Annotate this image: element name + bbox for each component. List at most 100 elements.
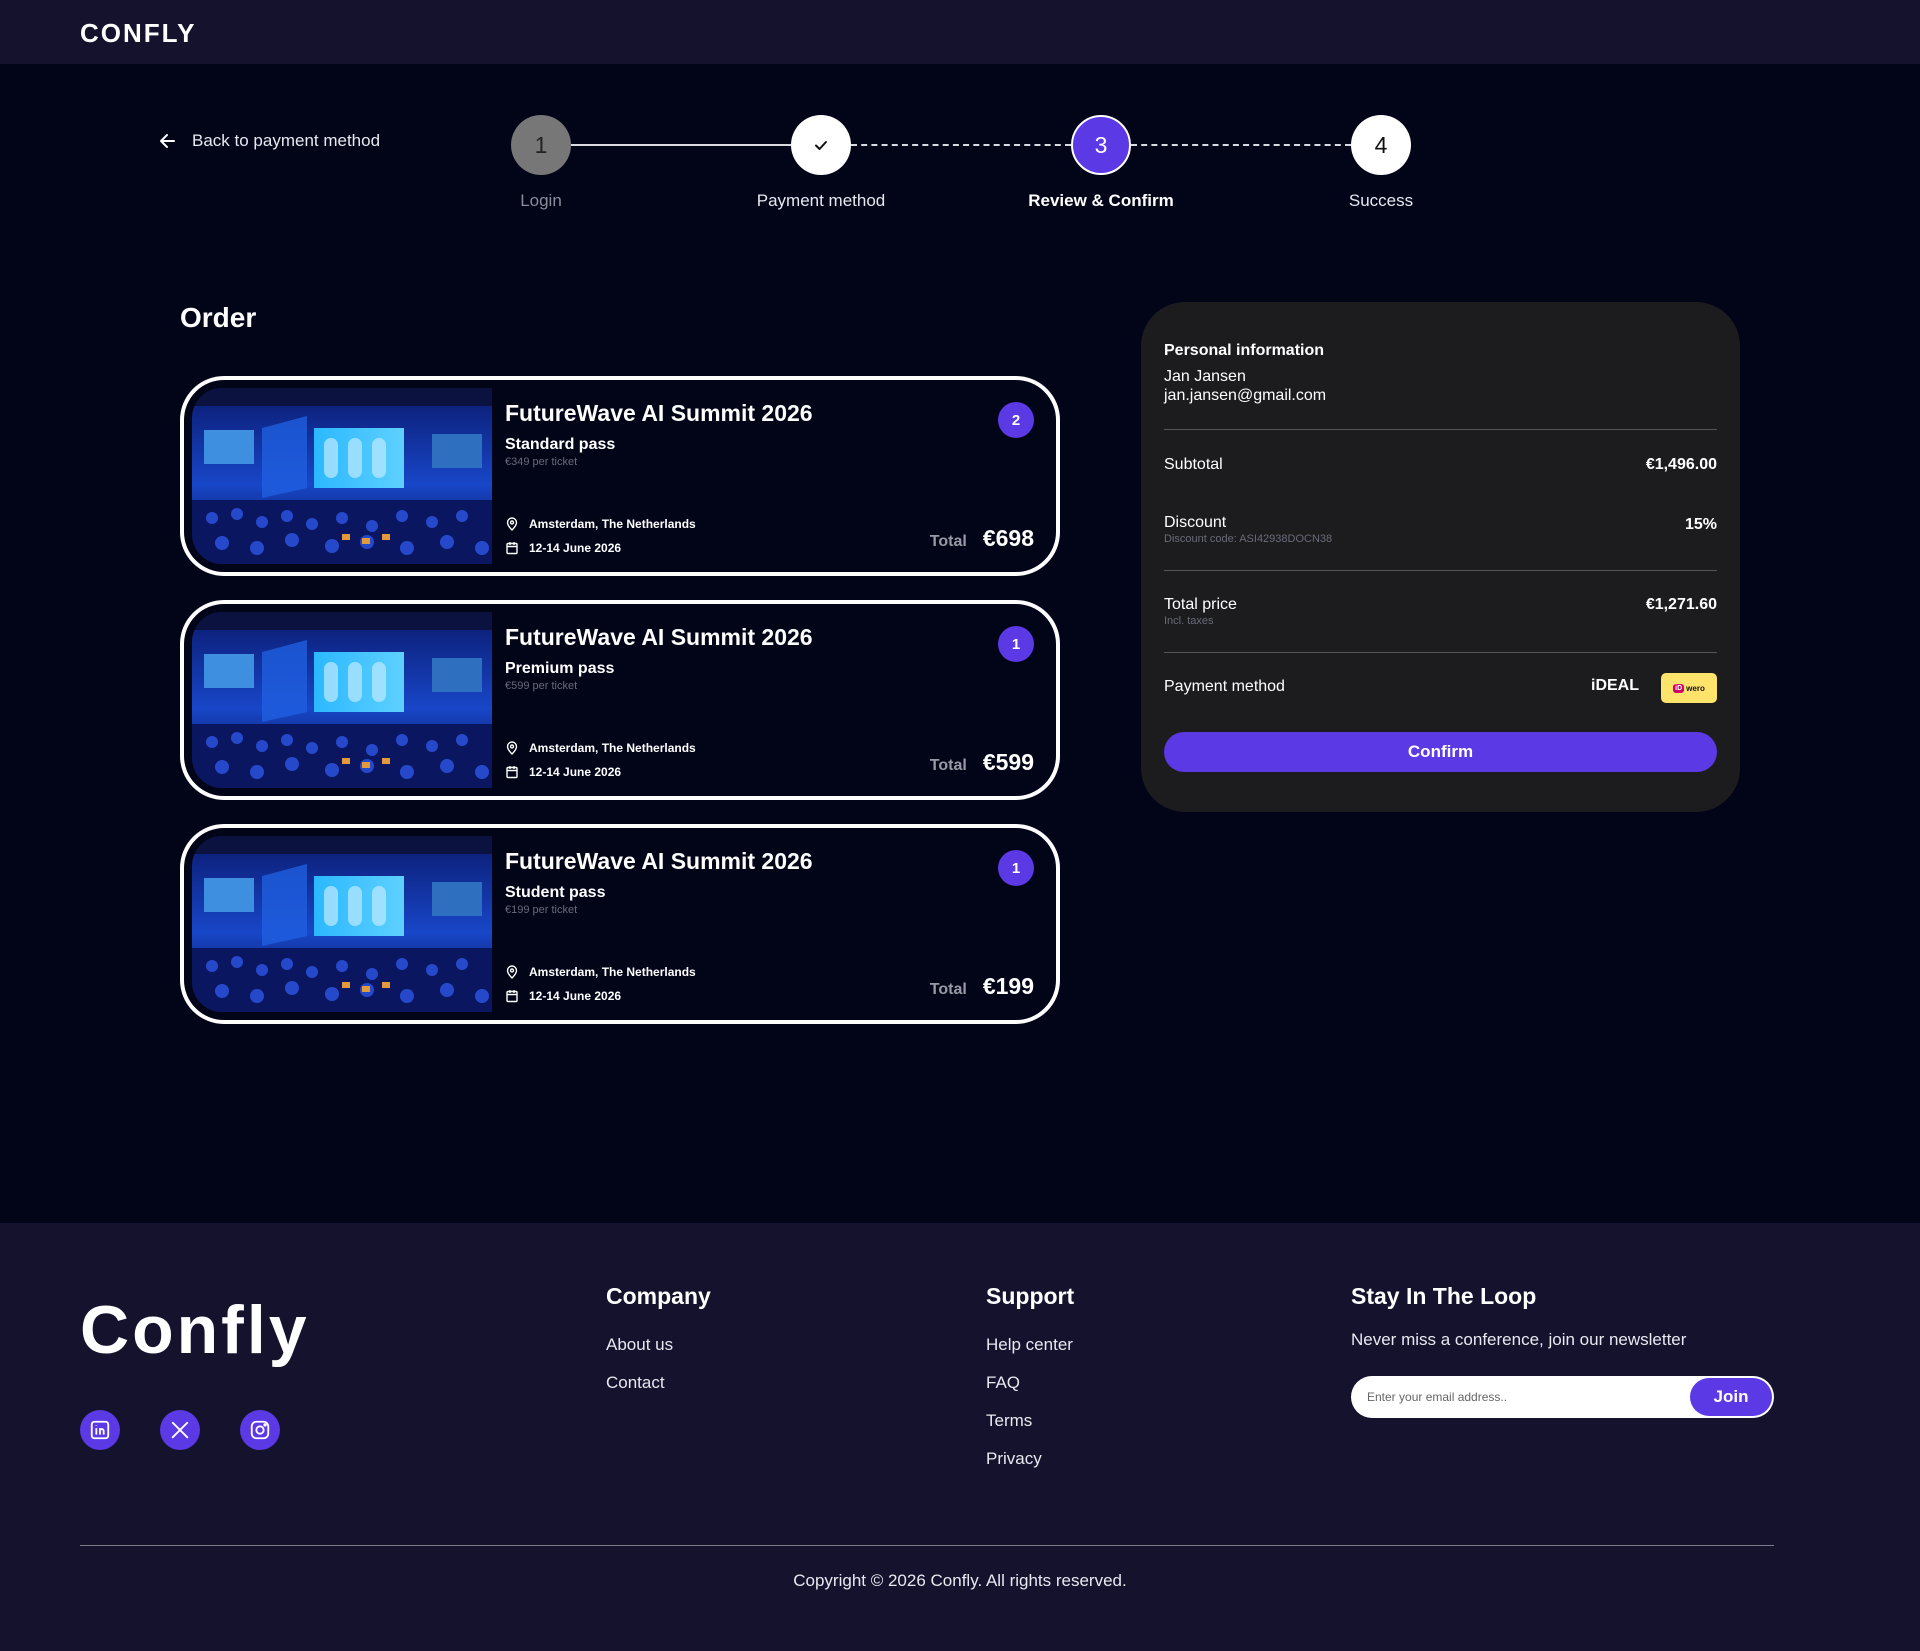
- instagram-icon: [250, 1420, 270, 1440]
- ticket-pass-type: Premium pass: [505, 660, 615, 677]
- ticket-event-title: FutureWave AI Summit 2026: [505, 624, 813, 650]
- linkedin-icon: [90, 1420, 110, 1440]
- footer-logo[interactable]: Confly: [80, 1291, 310, 1369]
- x-button[interactable]: [160, 1410, 200, 1450]
- divider: [1164, 429, 1717, 430]
- footer-link-about[interactable]: About us: [606, 1335, 673, 1355]
- linkedin-button[interactable]: [80, 1410, 120, 1450]
- ticket-unit-price: €199 per ticket: [505, 904, 578, 916]
- total-price-label: Total price: [1164, 596, 1237, 613]
- payment-method-value: iDEAL: [1591, 677, 1639, 694]
- customer-email: jan.jansen@gmail.com: [1164, 387, 1327, 404]
- discount-code: Discount code: ASI42938DOCN38: [1164, 533, 1333, 545]
- total-tax-note: Incl. taxes: [1164, 615, 1214, 627]
- footer-link-privacy[interactable]: Privacy: [986, 1449, 1042, 1469]
- order-summary-panel: Personal information Jan Jansen jan.jans…: [1141, 302, 1740, 812]
- calendar-icon: [506, 990, 518, 1003]
- ticket-event-title: FutureWave AI Summit 2026: [505, 848, 813, 874]
- confirm-button[interactable]: Confirm: [1164, 732, 1717, 772]
- ticket-total: Total €199: [930, 973, 1034, 1000]
- ticket-event-title: FutureWave AI Summit 2026: [505, 400, 813, 426]
- ticket-pass-type: Standard pass: [505, 436, 616, 453]
- dates-text: 12-14 June 2026: [529, 765, 622, 779]
- brand-logo[interactable]: CONFLY: [80, 18, 197, 49]
- divider: [1164, 652, 1717, 653]
- ticket-image: [192, 388, 492, 564]
- step-3-circle: 3: [1071, 115, 1131, 175]
- back-label: Back to payment method: [192, 131, 381, 150]
- map-pin-icon: [506, 517, 518, 531]
- ticket-total: Total €698: [930, 525, 1034, 552]
- check-icon: [815, 141, 827, 150]
- stepper-line-1: [571, 144, 791, 146]
- ticket-card: FutureWave AI Summit 2026 Standard pass €3…: [180, 376, 1060, 576]
- location-text: Amsterdam, The Netherlands: [529, 741, 696, 755]
- calendar-icon: [506, 766, 518, 779]
- total-price-value: €1,271.60: [1645, 596, 1717, 613]
- calendar-icon: [506, 542, 518, 555]
- step-2-circle: [791, 115, 851, 175]
- footer-link-faq[interactable]: FAQ: [986, 1373, 1020, 1393]
- ticket-total-label: Total: [929, 533, 967, 550]
- footer: Confly Company About us Contact Support …: [0, 1223, 1920, 1651]
- stepper-line-2: [851, 144, 1071, 146]
- wero-mark: wero: [1686, 683, 1705, 693]
- ticket-dates: 12-14 June 2026: [505, 989, 621, 1003]
- ticket-dates: 12-14 June 2026: [505, 765, 621, 779]
- conference-photo: [192, 388, 492, 564]
- map-pin-icon: [506, 741, 518, 755]
- step-1-circle: 1: [511, 115, 571, 175]
- ticket-total-amount: €698: [982, 525, 1034, 551]
- order-title: Order: [180, 302, 257, 333]
- ideal-mark-icon: iD: [1673, 683, 1685, 693]
- step-4-label: Success: [1348, 191, 1414, 210]
- ticket-image: [192, 612, 492, 788]
- ticket-dates: 12-14 June 2026: [505, 541, 621, 555]
- step-1-label: Login: [520, 191, 562, 210]
- ticket-location: Amsterdam, The Netherlands: [505, 741, 696, 755]
- ideal-wero-logo-icon: iD wero: [1661, 673, 1717, 703]
- map-pin-icon: [506, 965, 518, 979]
- divider: [1164, 570, 1717, 571]
- back-to-payment-link[interactable]: Back to payment method: [158, 131, 380, 151]
- ticket-unit-price: €599 per ticket: [505, 680, 578, 692]
- ticket-card: FutureWave AI Summit 2026 Premium pass €59…: [180, 600, 1060, 800]
- step-4-circle: 4: [1351, 115, 1411, 175]
- ticket-total-label: Total: [929, 981, 967, 998]
- x-icon: [171, 1421, 189, 1439]
- personal-info-heading: Personal information: [1164, 342, 1325, 359]
- location-text: Amsterdam, The Netherlands: [529, 965, 696, 979]
- ticket-pass-type: Student pass: [505, 884, 606, 901]
- dates-text: 12-14 June 2026: [529, 541, 622, 555]
- footer-link-terms[interactable]: Terms: [986, 1411, 1032, 1431]
- ticket-total-label: Total: [929, 757, 967, 774]
- subtotal-label: Subtotal: [1164, 456, 1223, 473]
- payment-method-label: Payment method: [1164, 678, 1285, 695]
- ticket-image: [192, 836, 492, 1012]
- stepper-line-3: [1131, 144, 1351, 146]
- step-2-label: Payment method: [756, 191, 886, 210]
- ticket-total-amount: €599: [982, 749, 1034, 775]
- ticket-unit-price: €349 per ticket: [505, 456, 578, 468]
- ticket-total: Total €599: [930, 749, 1034, 776]
- newsletter-description: Never miss a conference, join our newsle…: [1351, 1330, 1687, 1349]
- newsletter-form: Join: [1351, 1376, 1774, 1418]
- top-navbar: CONFLY: [0, 0, 1920, 64]
- instagram-button[interactable]: [240, 1410, 280, 1450]
- copyright-text: Copyright © 2026 Confly. All rights rese…: [793, 1571, 1127, 1590]
- footer-link-contact[interactable]: Contact: [606, 1373, 665, 1393]
- subtotal-value: €1,496.00: [1645, 456, 1717, 473]
- newsletter-email-input[interactable]: [1367, 1385, 1667, 1409]
- ticket-quantity-badge: 1: [998, 626, 1034, 662]
- conference-photo: [192, 612, 492, 788]
- ticket-location: Amsterdam, The Netherlands: [505, 517, 696, 531]
- company-heading: Company: [606, 1283, 711, 1309]
- ticket-card: FutureWave AI Summit 2026 Student pass €19…: [180, 824, 1060, 1024]
- footer-divider: [80, 1545, 1774, 1546]
- support-heading: Support: [986, 1283, 1075, 1309]
- ticket-quantity-badge: 1: [998, 850, 1034, 886]
- join-button[interactable]: Join: [1690, 1378, 1772, 1416]
- step-3-label: Review & Confirm: [1028, 191, 1174, 210]
- ticket-location: Amsterdam, The Netherlands: [505, 965, 696, 979]
- footer-link-help[interactable]: Help center: [986, 1335, 1073, 1355]
